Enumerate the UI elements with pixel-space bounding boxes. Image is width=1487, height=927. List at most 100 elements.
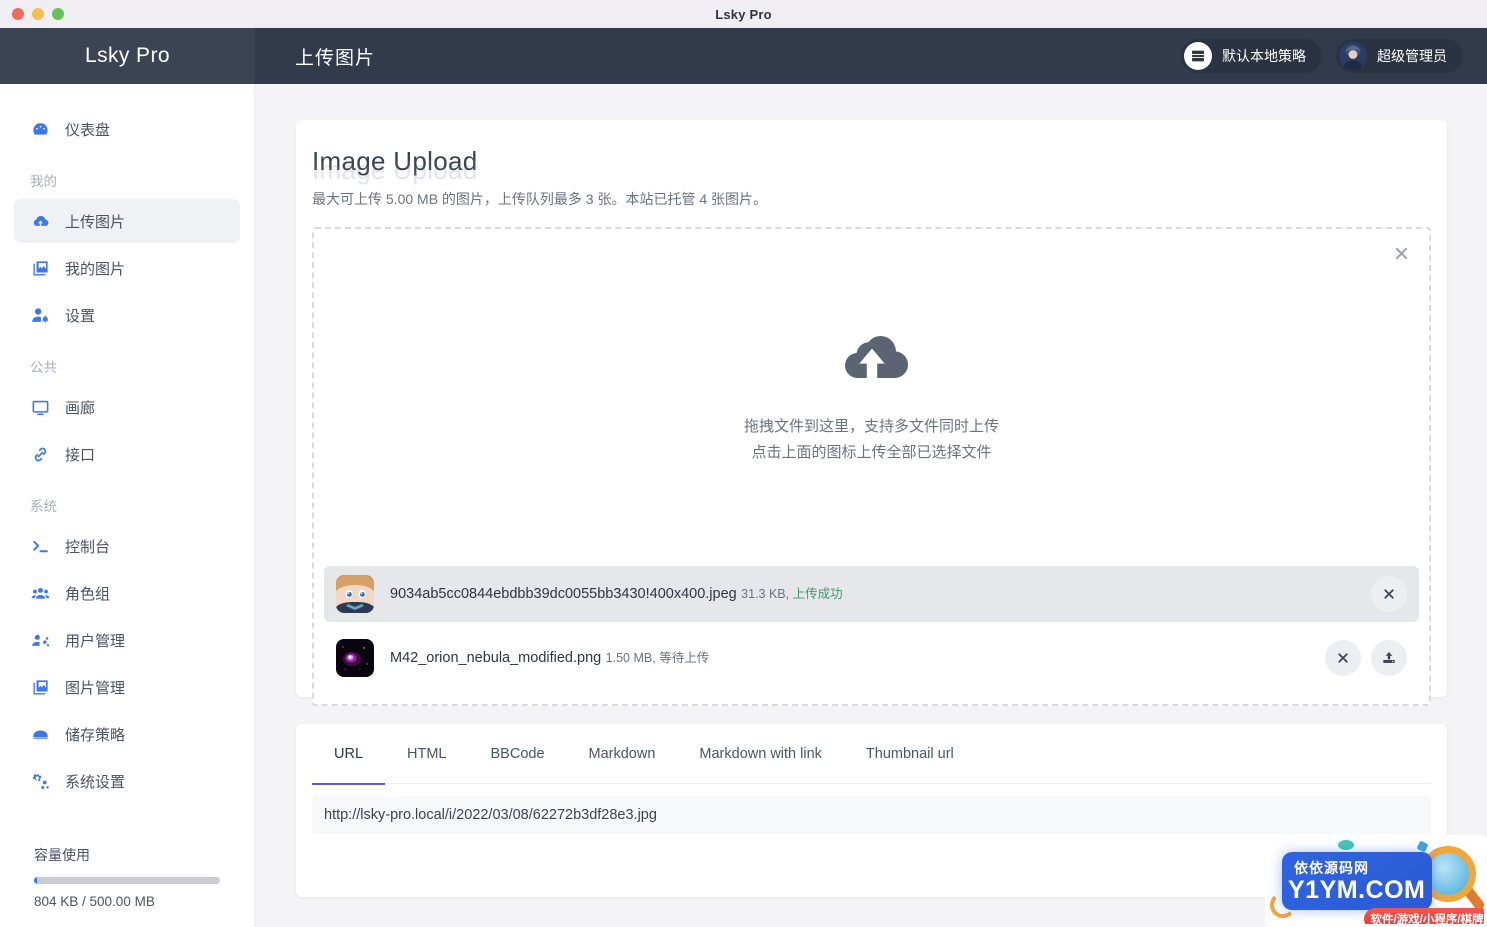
storage-icon: [30, 724, 50, 744]
photo-icon: [30, 258, 50, 278]
file-list-item: 9034ab5cc0844ebdbb39dc0055bb3430!400x400…: [324, 566, 1419, 622]
sidebar: 仪表盘 我的 上传图片 我的图片 设置 公共 画廊 接口 系统 控制台 角色组 …: [0, 84, 255, 927]
sidebar-item-storage[interactable]: 储存策略: [14, 712, 240, 756]
user-cog-icon: [30, 305, 50, 325]
file-actions: [1325, 640, 1407, 676]
dashboard-icon: [30, 119, 50, 139]
remove-file-button[interactable]: [1325, 640, 1361, 676]
avatar: [1339, 42, 1367, 70]
file-list-item: M42_orion_nebula_modified.png 1.50 MB, 等…: [324, 630, 1419, 686]
cloud-upload-icon[interactable]: [832, 325, 912, 390]
maximize-window-button[interactable]: [52, 8, 64, 20]
page-title: 上传图片: [295, 47, 376, 69]
cloud-upload-icon: [30, 211, 50, 231]
sidebar-item-label: 接口: [65, 446, 96, 464]
sidebar-item-label: 控制台: [65, 538, 111, 556]
photo-icon: [30, 677, 50, 697]
url-input[interactable]: http://lsky-pro.local/i/2022/03/08/62272…: [312, 796, 1431, 834]
capacity-progress-track: [34, 877, 220, 884]
dropzone-text: 拖拽文件到这里，支持多文件同时上传 点击上面的图标上传全部已选择文件: [744, 414, 999, 466]
remove-file-button[interactable]: [1371, 576, 1407, 612]
tab-bbcode[interactable]: BBCode: [469, 724, 567, 784]
upload-file-button[interactable]: [1371, 640, 1407, 676]
sidebar-group-public: 公共: [30, 360, 57, 375]
sidebar-item-label: 仪表盘: [65, 121, 111, 139]
file-size: 1.50 MB: [605, 651, 653, 665]
close-icon[interactable]: [1387, 239, 1415, 267]
sidebar-group-mine: 我的: [30, 174, 57, 189]
sidebar-item-dashboard[interactable]: 仪表盘: [14, 107, 240, 151]
cogs-icon: [30, 771, 50, 791]
user-manage-icon: [30, 630, 50, 650]
file-status-separator: ,: [785, 587, 793, 601]
upload-heading-text: Image Upload: [312, 146, 478, 176]
tab-markdown[interactable]: Markdown: [567, 724, 678, 784]
sidebar-item-my-images[interactable]: 我的图片: [14, 246, 240, 290]
dropzone-center: 拖拽文件到这里，支持多文件同时上传 点击上面的图标上传全部已选择文件: [314, 325, 1429, 466]
file-meta: 9034ab5cc0844ebdbb39dc0055bb3430!400x400…: [390, 584, 1371, 604]
strategy-selector[interactable]: 默认本地策略: [1181, 39, 1322, 73]
file-status-text: 等待上传: [659, 651, 710, 665]
file-status: 1.50 MB, 等待上传: [606, 651, 710, 665]
sidebar-item-console[interactable]: 控制台: [14, 524, 240, 568]
link-icon: [30, 444, 50, 464]
file-thumbnail: [336, 575, 374, 613]
close-window-button[interactable]: [12, 8, 24, 20]
main-content: Image Upload Image Upload 最大可上传 5.00 MB …: [255, 84, 1487, 927]
sidebar-item-api[interactable]: 接口: [14, 432, 240, 476]
user-menu[interactable]: 超级管理员: [1336, 39, 1463, 73]
sidebar-item-label: 用户管理: [65, 632, 126, 650]
file-meta: M42_orion_nebula_modified.png 1.50 MB, 等…: [390, 648, 1325, 668]
sidebar-item-label: 我的图片: [65, 260, 126, 278]
sidebar-item-users[interactable]: 用户管理: [14, 618, 240, 662]
file-actions: [1371, 576, 1407, 612]
sidebar-item-label: 画廊: [65, 399, 96, 417]
capacity-usage: 容量使用 804 KB / 500.00 MB: [0, 845, 254, 927]
capacity-progress-fill: [34, 877, 37, 884]
watermark-inner: 依依源码网 Y1YM.COM 软件/游戏/小程序/棋牌: [1268, 838, 1484, 924]
watermark-line-2: Y1YM.COM: [1288, 876, 1426, 904]
tab-markdown-with-link[interactable]: Markdown with link: [677, 724, 844, 784]
sidebar-item-system-settings[interactable]: 系统设置: [14, 759, 240, 803]
sidebar-item-image-manage[interactable]: 图片管理: [14, 665, 240, 709]
sidebar-item-label: 角色组: [65, 585, 111, 603]
dropzone-line-1: 拖拽文件到这里，支持多文件同时上传: [743, 418, 999, 435]
upload-heading: Image Upload Image Upload: [312, 146, 1431, 185]
sidebar-group-system: 系统: [30, 499, 57, 514]
dropzone[interactable]: 拖拽文件到这里，支持多文件同时上传 点击上面的图标上传全部已选择文件 9034a…: [312, 227, 1431, 706]
sidebar-item-gallery[interactable]: 画廊: [14, 385, 240, 429]
sidebar-item-label: 上传图片: [65, 213, 126, 231]
upload-description: 最大可上传 5.00 MB 的图片，上传队列最多 3 张。本站已托管 4 张图片…: [312, 191, 768, 207]
gallery-icon: [30, 397, 50, 417]
file-list: 9034ab5cc0844ebdbb39dc0055bb3430!400x400…: [324, 566, 1419, 694]
sidebar-item-label: 系统设置: [65, 773, 126, 791]
sidebar-item-settings[interactable]: 设置: [14, 293, 240, 337]
link-format-tabs: URL HTML BBCode Markdown Markdown with l…: [312, 724, 1431, 785]
sidebar-item-roles[interactable]: 角色组: [14, 571, 240, 615]
decoration-blob-icon: [1338, 840, 1354, 850]
tab-thumbnail-url[interactable]: Thumbnail url: [844, 724, 976, 784]
users-icon: [30, 583, 50, 603]
site-watermark: 依依源码网 Y1YM.COM 软件/游戏/小程序/棋牌: [1265, 835, 1487, 927]
minimize-window-button[interactable]: [32, 8, 44, 20]
capacity-usage-text: 804 KB / 500.00 MB: [34, 894, 155, 909]
traffic-lights: [12, 8, 64, 20]
sidebar-item-label: 设置: [65, 307, 96, 325]
capacity-title: 容量使用: [34, 847, 90, 863]
watermark-line-3: 软件/游戏/小程序/棋牌: [1370, 914, 1484, 926]
file-status-text: 上传成功: [792, 587, 843, 601]
tab-html[interactable]: HTML: [385, 724, 468, 784]
window-title: Lsky Pro: [715, 6, 772, 22]
sidebar-item-label: 储存策略: [65, 726, 126, 744]
sidebar-item-label: 图片管理: [65, 679, 126, 697]
brand-name[interactable]: Lsky Pro: [85, 44, 170, 68]
app-window: Lsky Pro Lsky Pro 上传图片 默认本地策略 超级管理员 仪表盘 …: [0, 0, 1487, 927]
topbar-actions: 默认本地策略 超级管理员: [1181, 39, 1463, 73]
file-status: 31.3 KB, 上传成功: [741, 587, 842, 601]
brand-bar: Lsky Pro: [0, 28, 255, 84]
watermark-red-pill: 软件/游戏/小程序/棋牌: [1364, 908, 1484, 926]
file-name: 9034ab5cc0844ebdbb39dc0055bb3430!400x400…: [390, 586, 737, 602]
sidebar-item-upload[interactable]: 上传图片: [14, 199, 240, 243]
tab-url[interactable]: URL: [312, 724, 386, 785]
dropzone-line-2: 点击上面的图标上传全部已选择文件: [751, 444, 992, 461]
